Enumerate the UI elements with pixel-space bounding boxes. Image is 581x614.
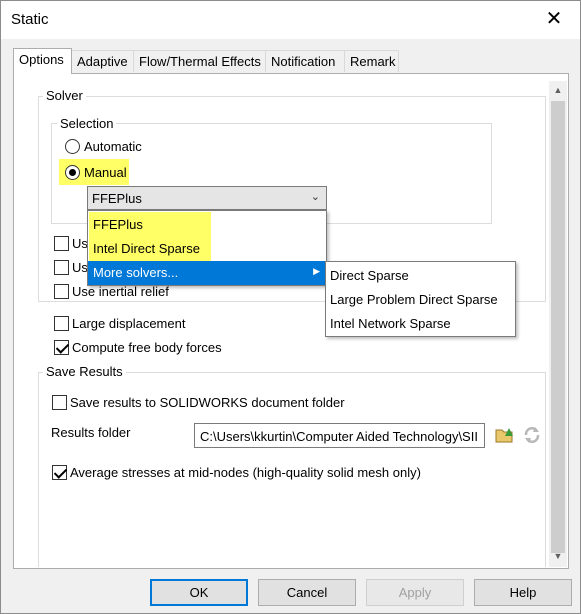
dialog-title: Static xyxy=(11,11,49,28)
solver-combo-value: FFEPlus xyxy=(92,191,142,206)
average-stresses-label: Average stresses at mid-nodes (high-qual… xyxy=(70,465,421,480)
compute-free-body-checkbox[interactable] xyxy=(54,340,69,355)
ok-button[interactable]: OK xyxy=(150,579,248,606)
scroll-down-icon[interactable]: ▼ xyxy=(549,547,567,565)
tab-remark[interactable]: Remark xyxy=(344,50,399,72)
automatic-radio[interactable] xyxy=(65,139,80,154)
help-button[interactable]: Help xyxy=(474,579,572,606)
save-results-group-label: Save Results xyxy=(43,364,126,379)
submenu-item-intel-network-sparse[interactable]: Intel Network Sparse xyxy=(326,312,515,336)
apply-button[interactable]: Apply xyxy=(366,579,464,606)
option-label-1: Us xyxy=(72,236,88,251)
compute-free-body-label: Compute free body forces xyxy=(72,340,222,355)
large-displacement-label: Large displacement xyxy=(72,316,186,331)
option-checkbox-1[interactable] xyxy=(54,236,69,251)
chevron-down-icon: ⌄ xyxy=(310,191,320,203)
manual-radio[interactable] xyxy=(65,165,80,180)
solver-group-label: Solver xyxy=(43,88,86,103)
solver-dropdown-list: FFEPlus Intel Direct Sparse More solvers… xyxy=(87,210,327,286)
scroll-up-icon[interactable]: ▲ xyxy=(549,81,567,99)
title-bar: Static ✕ xyxy=(1,1,580,39)
solver-combo[interactable]: FFEPlus ⌄ xyxy=(87,186,327,210)
large-displacement-checkbox[interactable] xyxy=(54,316,69,331)
refresh-icon[interactable] xyxy=(521,424,543,446)
inertial-relief-label: Use inertial relief xyxy=(72,284,169,299)
tab-options[interactable]: Options xyxy=(13,48,72,74)
scroll-thumb[interactable] xyxy=(551,101,565,553)
dropdown-item-intel-direct-sparse[interactable]: Intel Direct Sparse xyxy=(88,237,326,261)
close-icon[interactable]: ✕ xyxy=(542,7,566,31)
browse-folder-icon[interactable] xyxy=(494,424,516,446)
results-folder-label: Results folder xyxy=(51,425,131,440)
results-folder-input[interactable]: C:\Users\kkurtin\Computer Aided Technolo… xyxy=(194,423,485,448)
manual-label: Manual xyxy=(84,165,127,180)
static-dialog: Static ✕ Options Adaptive Flow/Thermal E… xyxy=(0,0,581,614)
tab-notification[interactable]: Notification xyxy=(265,50,345,72)
tab-adaptive[interactable]: Adaptive xyxy=(71,50,134,72)
submenu-arrow-icon: ▶ xyxy=(313,266,320,276)
dropdown-item-ffeplus[interactable]: FFEPlus xyxy=(88,213,326,237)
tab-flow-thermal-effects[interactable]: Flow/Thermal Effects xyxy=(133,50,266,72)
selection-group-label: Selection xyxy=(57,116,117,131)
submenu-item-large-problem-direct-sparse[interactable]: Large Problem Direct Sparse xyxy=(326,288,515,312)
average-stresses-checkbox[interactable] xyxy=(52,465,67,480)
inertial-relief-checkbox[interactable] xyxy=(54,284,69,299)
option-label-2: Us xyxy=(72,260,88,275)
save-to-doc-folder-label: Save results to SOLIDWORKS document fold… xyxy=(70,395,345,410)
cancel-button[interactable]: Cancel xyxy=(258,579,356,606)
more-solvers-submenu: Direct Sparse Large Problem Direct Spars… xyxy=(325,261,516,337)
option-checkbox-2[interactable] xyxy=(54,260,69,275)
vertical-scrollbar[interactable]: ▲ ▼ xyxy=(549,81,567,567)
submenu-item-direct-sparse[interactable]: Direct Sparse xyxy=(326,264,515,288)
automatic-label: Automatic xyxy=(84,139,142,154)
save-to-doc-folder-checkbox[interactable] xyxy=(52,395,67,410)
dropdown-item-more-solvers[interactable]: More solvers... ▶ xyxy=(88,261,326,285)
